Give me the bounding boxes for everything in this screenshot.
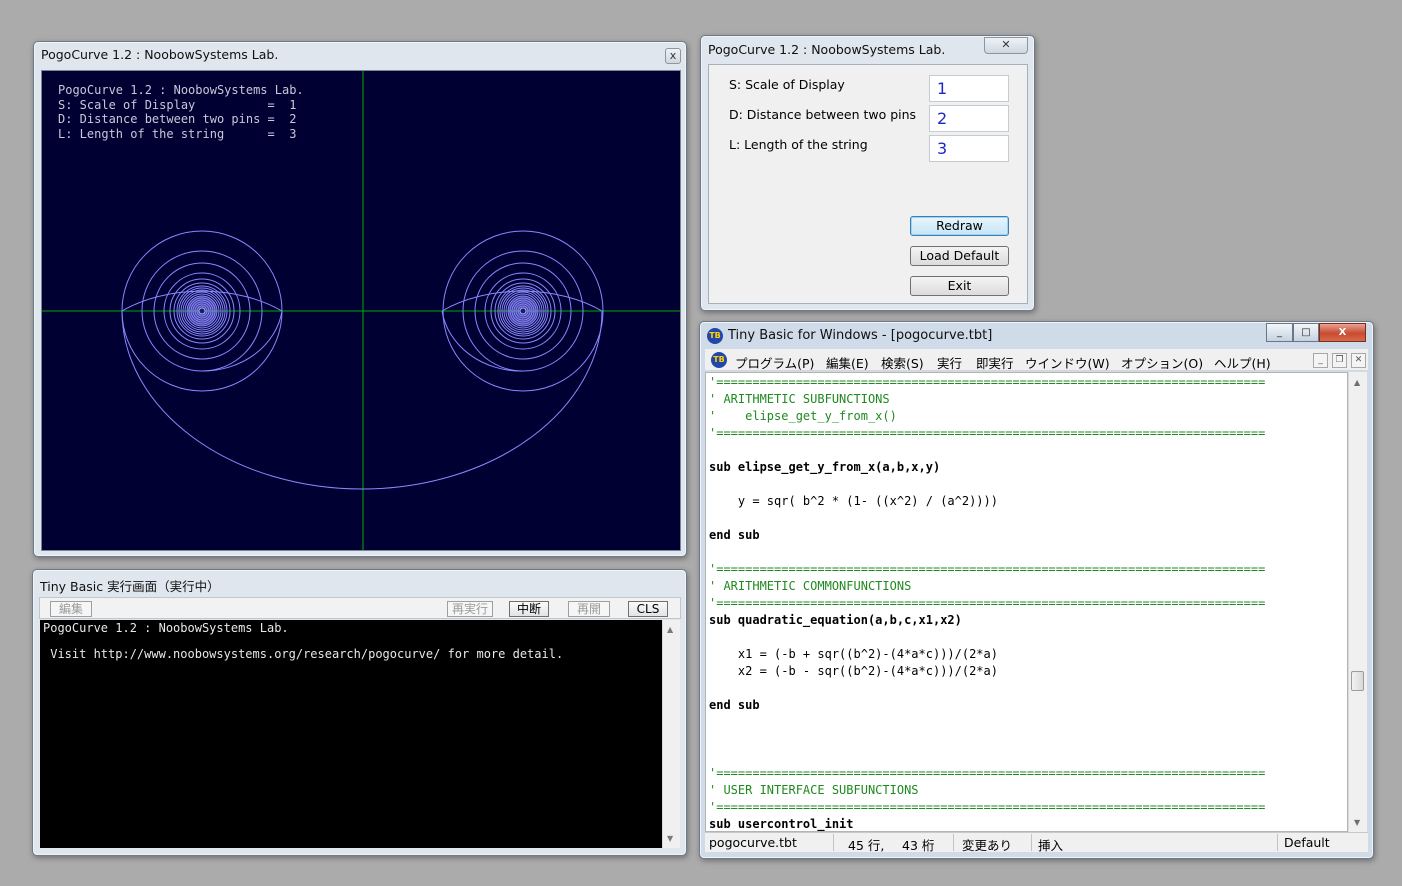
maximize-button[interactable]: □: [1293, 323, 1319, 342]
distance-label: D: Distance between two pins: [729, 107, 917, 122]
code-line[interactable]: sub elipse_get_y_from_x(a,b,x,y): [709, 459, 940, 476]
editor-title: Tiny Basic for Windows - [pogocurve.tbt]: [728, 328, 993, 343]
mdi-restore-button[interactable]: ❐: [1332, 353, 1347, 368]
code-line[interactable]: sub usercontrol_init: [709, 816, 854, 831]
code-line[interactable]: ' USER INTERFACE SUBFUNCTIONS: [709, 782, 919, 799]
plot-info-line: PogoCurve 1.2 : NoobowSystems Lab.: [58, 83, 304, 97]
pin-marker: [198, 307, 206, 315]
length-label: L: Length of the string: [729, 137, 868, 152]
menu-search[interactable]: 検索(S): [881, 353, 924, 372]
dialog-body: S: Scale of Display 1 D: Distance betwee…: [708, 64, 1028, 304]
status-filename: pogocurve.tbt: [709, 835, 797, 850]
code-editor[interactable]: '=======================================…: [705, 372, 1348, 832]
load-default-button[interactable]: Load Default: [910, 246, 1009, 266]
console-titlebar[interactable]: Tiny Basic 実行画面（実行中）: [33, 570, 686, 596]
exit-button[interactable]: Exit: [910, 276, 1009, 296]
console-line: Visit http://www.noobowsystems.org/resea…: [43, 647, 564, 661]
code-line[interactable]: x1 = (-b + sqr((b^2)-(4*a*c)))/(2*a): [709, 646, 998, 663]
scale-input[interactable]: 1: [929, 75, 1009, 102]
resume-button[interactable]: 再開: [568, 601, 610, 617]
code-line[interactable]: '=======================================…: [709, 425, 1265, 442]
mdi-minimize-button[interactable]: _: [1313, 353, 1328, 368]
code-line[interactable]: y = sqr( b^2 * (1- ((x^2) / (a^2)))): [709, 493, 998, 510]
console-window: Tiny Basic 実行画面（実行中） 編集 再実行 中断 再開 CLS Po…: [32, 569, 687, 856]
status-mode: 挿入: [1038, 838, 1064, 853]
pogocurve-plot: [42, 71, 680, 550]
console-toolbar: 編集 再実行 中断 再開 CLS: [39, 597, 681, 619]
distance-input[interactable]: 2: [929, 105, 1009, 132]
redraw-button[interactable]: Redraw: [910, 216, 1009, 236]
plot-close-button[interactable]: x: [665, 48, 681, 64]
scale-label: S: Scale of Display: [729, 77, 845, 92]
pin-marker: [519, 307, 527, 315]
cls-button[interactable]: CLS: [628, 601, 668, 617]
plot-info: PogoCurve 1.2 : NoobowSystems Lab. S: Sca…: [58, 83, 304, 142]
mdi-close-button[interactable]: ✕: [1351, 353, 1366, 368]
code-line[interactable]: '=======================================…: [709, 595, 1265, 612]
document-icon[interactable]: TB: [711, 352, 727, 368]
scroll-thumb[interactable]: [1351, 671, 1364, 691]
app-icon: TB: [707, 328, 723, 344]
edit-button[interactable]: 編集: [50, 601, 92, 617]
menu-options[interactable]: オプション(O): [1121, 353, 1203, 372]
dialog-titlebar[interactable]: PogoCurve 1.2 : NoobowSystems Lab. ✕: [701, 36, 1034, 62]
menu-help[interactable]: ヘルプ(H): [1214, 353, 1271, 372]
menu-run[interactable]: 実行: [937, 353, 962, 372]
close-button[interactable]: X: [1319, 323, 1366, 342]
console-title: Tiny Basic 実行画面（実行中）: [40, 579, 220, 594]
code-line[interactable]: '=======================================…: [709, 765, 1265, 782]
scroll-up-icon[interactable]: ▲: [1354, 378, 1360, 387]
code-line[interactable]: end sub: [709, 697, 760, 714]
dialog-close-button[interactable]: ✕: [984, 37, 1028, 54]
scroll-down-icon[interactable]: ▼: [667, 834, 673, 843]
status-modified: 変更あり: [962, 838, 1013, 853]
rerun-button[interactable]: 再実行: [447, 601, 493, 617]
menu-program[interactable]: プログラム(P): [735, 353, 814, 372]
code-line[interactable]: ' elipse_get_y_from_x(): [709, 408, 897, 425]
code-line[interactable]: sub quadratic_equation(a,b,c,x1,x2): [709, 612, 962, 629]
minimize-button[interactable]: _: [1266, 323, 1293, 342]
code-line[interactable]: ' ARITHMETIC SUBFUNCTIONS: [709, 391, 890, 408]
console-line: PogoCurve 1.2 : NoobowSystems Lab.: [43, 621, 289, 635]
plot-window-titlebar[interactable]: PogoCurve 1.2 : NoobowSystems Lab. x: [34, 42, 686, 68]
scroll-up-icon[interactable]: ▲: [667, 625, 673, 634]
code-line[interactable]: '=======================================…: [709, 799, 1265, 816]
status-profile: Default: [1284, 835, 1330, 850]
code-line[interactable]: '=======================================…: [709, 561, 1265, 578]
code-line[interactable]: end sub: [709, 527, 760, 544]
editor-scrollbar[interactable]: ▲ ▼: [1348, 372, 1367, 832]
menu-immediate-run[interactable]: 即実行: [976, 353, 1014, 372]
plot-info-line: D: Distance between two pins = 2: [58, 112, 297, 127]
plot-window: PogoCurve 1.2 : NoobowSystems Lab. x Pog…: [33, 41, 687, 557]
menu-window[interactable]: ウインドウ(W): [1025, 353, 1110, 372]
status-bar: pogocurve.tbt 45 行, 43 桁 変更あり 挿入 Default: [705, 832, 1368, 853]
scroll-down-icon[interactable]: ▼: [1354, 818, 1360, 827]
console-scrollbar[interactable]: ▲ ▼: [662, 620, 680, 848]
plot-canvas: PogoCurve 1.2 : NoobowSystems Lab. S: Sca…: [41, 70, 681, 551]
code-line[interactable]: x2 = (-b - sqr((b^2)-(4*a*c)))/(2*a): [709, 663, 998, 680]
status-column: 43 桁: [902, 838, 935, 853]
menu-bar: TB プログラム(P) 編集(E) 検索(S) 実行 即実行 ウインドウ(W) …: [705, 349, 1368, 371]
plot-window-title: PogoCurve 1.2 : NoobowSystems Lab.: [41, 47, 279, 62]
menu-edit[interactable]: 編集(E): [826, 353, 869, 372]
editor-window: TB Tiny Basic for Windows - [pogocurve.t…: [699, 321, 1374, 859]
dialog-title: PogoCurve 1.2 : NoobowSystems Lab.: [708, 42, 946, 57]
plot-info-line: S: Scale of Display = 1: [58, 97, 297, 112]
plot-info-line: L: Length of the string = 3: [58, 127, 297, 142]
length-input[interactable]: 3: [929, 135, 1009, 162]
interrupt-button[interactable]: 中断: [509, 601, 549, 617]
status-line: 45 行,: [848, 838, 885, 853]
console-output[interactable]: PogoCurve 1.2 : NoobowSystems Lab. Visit…: [40, 620, 662, 848]
parameter-dialog: PogoCurve 1.2 : NoobowSystems Lab. ✕ S: …: [700, 35, 1035, 311]
editor-titlebar[interactable]: TB Tiny Basic for Windows - [pogocurve.t…: [700, 322, 1373, 348]
code-line[interactable]: '=======================================…: [709, 374, 1265, 391]
code-line[interactable]: ' ARITHMETIC COMMONFUNCTIONS: [709, 578, 911, 595]
